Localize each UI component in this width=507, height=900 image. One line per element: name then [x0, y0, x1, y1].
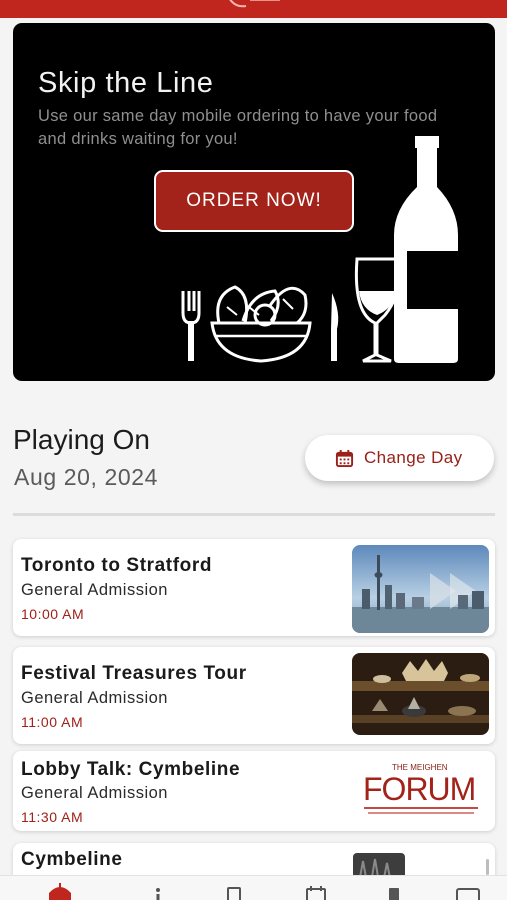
playing-on-heading: Playing On: [13, 424, 150, 455]
calendar-icon[interactable]: [305, 886, 327, 900]
event-title: Cymbeline: [21, 849, 123, 870]
skip-the-line-banner[interactable]: Skip the Line Use our same day mobile or…: [13, 23, 495, 381]
event-thumbnail-crowns-display: [352, 653, 489, 735]
order-now-button[interactable]: ORDER NOW!: [154, 170, 354, 232]
selected-date: Aug 20, 2024: [14, 464, 159, 490]
event-time: 11:00 AM: [21, 714, 84, 730]
event-admission: General Admission: [21, 784, 168, 802]
forum-big-text: FORUM: [363, 771, 476, 807]
event-card[interactable]: Toronto to Stratford General Admission 1…: [13, 539, 495, 636]
event-admission: General Admission: [21, 581, 168, 599]
event-card[interactable]: Festival Treasures Tour General Admissio…: [13, 647, 495, 744]
change-day-label: Change Day: [364, 448, 463, 467]
app-logo: [220, 0, 290, 10]
forum-fine-print: [364, 807, 478, 809]
section-divider: [13, 513, 495, 516]
ticket-icon[interactable]: [226, 886, 242, 900]
event-time: 11:30 AM: [21, 809, 84, 825]
scroll-indicator[interactable]: [486, 859, 489, 875]
event-thumbnail-forum-logo: THE MEIGHEN FORUM: [352, 757, 489, 825]
event-title: Toronto to Stratford: [21, 555, 213, 576]
info-icon[interactable]: [150, 886, 166, 900]
event-time: 10:00 AM: [21, 606, 85, 622]
event-admission: General Admission: [21, 689, 168, 707]
top-app-bar: [0, 0, 507, 18]
promo-subtitle: Use our same day mobile ordering to have…: [38, 107, 438, 148]
promo-title: Skip the Line: [38, 67, 214, 99]
festival-icon[interactable]: [47, 883, 73, 900]
calendar-icon: [335, 449, 354, 467]
event-card[interactable]: Lobby Talk: Cymbeline General Admission …: [13, 751, 495, 831]
event-title: Festival Treasures Tour: [21, 663, 247, 684]
forum-fine-print: [368, 812, 474, 814]
change-day-button[interactable]: Change Day: [305, 435, 494, 481]
event-title: Lobby Talk: Cymbeline: [21, 759, 241, 780]
account-icon[interactable]: [455, 886, 481, 900]
event-thumbnail-toronto-skyline: [352, 545, 489, 633]
menu-icon[interactable]: [386, 886, 402, 900]
bottom-navigation: [0, 875, 507, 900]
